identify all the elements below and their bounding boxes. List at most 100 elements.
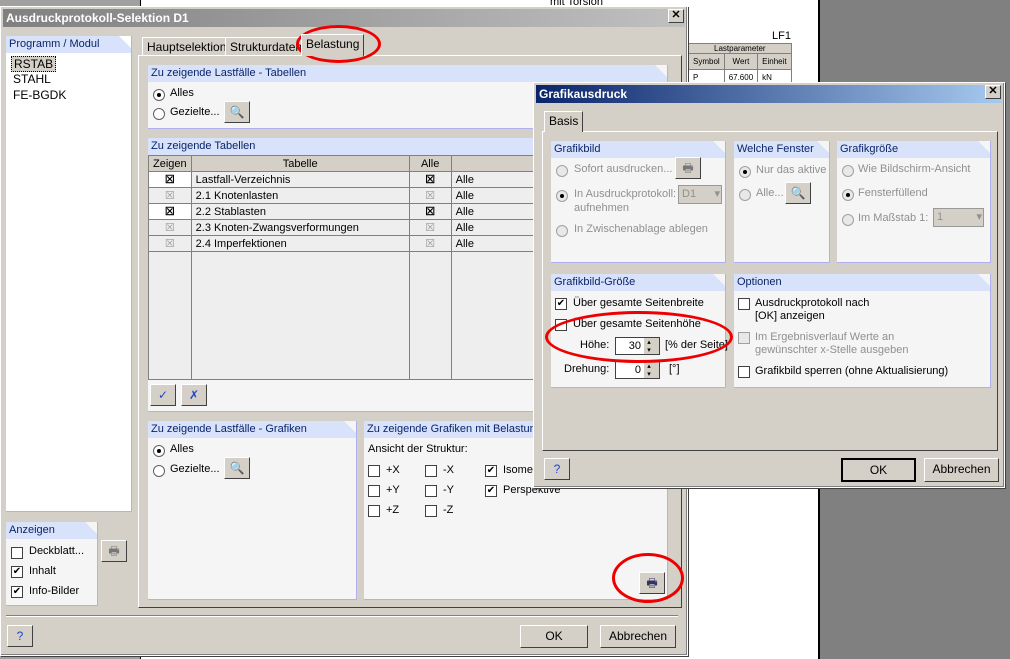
view-checkbox[interactable]: [368, 485, 380, 497]
drehung-unit: [°]: [669, 363, 680, 375]
dropdown-value: 1: [937, 211, 944, 223]
zwischenablage-radio[interactable]: [556, 225, 568, 237]
grafikbild-sperren-checkbox[interactable]: [738, 366, 750, 378]
protokoll-label: In Ausdruckprotokoll:: [574, 188, 677, 200]
program-item[interactable]: STAHL: [13, 72, 51, 86]
alle-radio[interactable]: [739, 189, 751, 201]
isometrie-checkbox[interactable]: ✔: [485, 465, 497, 477]
help-button[interactable]: ?: [7, 625, 33, 647]
col: Wert: [723, 53, 759, 70]
chevron-down-icon: ▾: [714, 188, 720, 200]
lastparameter-table: Lastparameter Symbol Wert Einheit P 67.600 k…: [688, 43, 792, 86]
view-checkbox[interactable]: [425, 485, 437, 497]
view-checkbox[interactable]: [425, 505, 437, 517]
print-button[interactable]: 🖶: [675, 157, 701, 179]
protokoll-dropdown[interactable]: D1 ▾: [678, 185, 722, 204]
anzeigen-header: Anzeigen: [6, 522, 97, 539]
ok-button[interactable]: OK: [841, 458, 916, 482]
drehung-spinner[interactable]: 0: [615, 361, 660, 379]
deselect-all-button[interactable]: ✗: [181, 384, 207, 406]
alles-radio[interactable]: [153, 445, 165, 457]
help-button[interactable]: ?: [544, 458, 570, 480]
alles-radio[interactable]: [153, 89, 165, 101]
fensterfuellend-radio[interactable]: [842, 189, 854, 201]
info-bilder-checkbox[interactable]: ✔: [11, 586, 23, 598]
program-item[interactable]: FE-BGDK: [13, 88, 66, 102]
grafikbild-group: Grafikbild Sofort ausdrucken... 🖶 In Aus…: [551, 141, 726, 263]
massstab-label: Im Maßstab 1:: [858, 212, 929, 224]
select-window-button[interactable]: 🔍: [785, 182, 811, 204]
tab-strukturdaten[interactable]: Strukturdaten: [225, 37, 308, 56]
nur-aktive-radio[interactable]: [739, 166, 751, 178]
dialog-title: Grafikausdruck: [539, 87, 628, 101]
fensterfuellend-label: Fensterfüllend: [858, 187, 928, 199]
info-bilder-label: Info-Bilder: [29, 585, 80, 597]
bildschirm-radio[interactable]: [842, 165, 854, 177]
protokoll-anzeigen-checkbox[interactable]: [738, 298, 750, 310]
group-header: Grafikgröße: [837, 141, 990, 158]
alle-checkbox[interactable]: ☒: [425, 174, 435, 186]
alle-checkbox[interactable]: ☒: [425, 206, 435, 218]
option-label: [OK] anzeigen: [755, 310, 825, 322]
grafikgroesse-group: Grafikgröße Wie Bildschirm-Ansicht Fenst…: [837, 141, 991, 263]
zeigen-checkbox[interactable]: ☒: [165, 190, 175, 202]
perspektive-checkbox[interactable]: ✔: [485, 485, 497, 497]
gezielte-radio[interactable]: [153, 465, 165, 477]
gezielte-label: Gezielte...: [170, 106, 220, 118]
zeigen-checkbox[interactable]: ☒: [165, 174, 175, 186]
tab-belastung[interactable]: Belastung: [301, 34, 365, 56]
view-checkbox[interactable]: [425, 465, 437, 477]
zeigen-checkbox[interactable]: ☒: [165, 238, 175, 250]
alle-checkbox[interactable]: ☒: [425, 190, 435, 202]
cell: 2.4 Imperfektionen: [190, 235, 410, 252]
select-button[interactable]: 🔍: [224, 101, 250, 123]
alle-checkbox[interactable]: ☒: [425, 238, 435, 250]
tab-hauptselektion[interactable]: Hauptselektion: [142, 37, 232, 56]
drehung-label: Drehung:: [564, 363, 610, 375]
zeigen-checkbox[interactable]: ☒: [165, 206, 175, 218]
highlight-ellipse: [545, 311, 733, 363]
zeigen-checkbox[interactable]: ☒: [165, 222, 175, 234]
view-label: +X: [386, 464, 400, 476]
view-checkbox[interactable]: [368, 465, 380, 477]
group-header: Welche Fenster: [734, 141, 829, 158]
nur-aktive-label: Nur das aktive: [756, 164, 827, 176]
aufnehmen-label: aufnehmen: [574, 202, 630, 214]
protokoll-radio[interactable]: [556, 190, 568, 202]
option-label: Grafikbild sperren (ohne Aktualisierung): [755, 365, 949, 377]
alles-label: Alles: [170, 443, 194, 455]
cancel-button[interactable]: Abbrechen: [600, 625, 676, 648]
cancel-button[interactable]: Abbrechen: [924, 458, 999, 482]
alle-checkbox[interactable]: ☒: [425, 222, 435, 234]
view-checkbox[interactable]: [368, 505, 380, 517]
highlight-ellipse: [612, 553, 684, 603]
grafikausdruck-dialog: Grafikausdruck ✕ Basis Grafikbild Sofort…: [533, 82, 1005, 488]
close-button[interactable]: ✕: [985, 85, 1001, 99]
ergebnisverlauf-checkbox[interactable]: [738, 332, 750, 344]
alles-label: Alles: [170, 87, 194, 99]
gezielte-radio[interactable]: [153, 108, 165, 120]
col-header: Alle: [408, 155, 452, 172]
title-bar: Grafikausdruck: [536, 85, 1002, 103]
tab-basis[interactable]: Basis: [544, 111, 584, 132]
lastfaelle-grafiken-group: Zu zeigende Lastfälle - Grafiken Alles G…: [148, 421, 357, 600]
close-button[interactable]: ✕: [668, 9, 684, 23]
alle-label: Alle...: [756, 187, 784, 199]
dialog-title: Ausdruckprotokoll-Selektion D1: [6, 11, 189, 25]
select-button[interactable]: 🔍: [224, 457, 250, 479]
massstab-dropdown[interactable]: 1 ▾: [933, 208, 984, 227]
col: Symbol: [688, 53, 725, 70]
inhalt-checkbox[interactable]: ✔: [11, 566, 23, 578]
seitenbreite-checkbox[interactable]: ✔: [555, 298, 567, 310]
view-label: -Z: [443, 504, 454, 516]
ok-button[interactable]: OK: [520, 625, 588, 648]
sofort-radio[interactable]: [556, 165, 568, 177]
chevron-down-icon: ▾: [976, 211, 982, 223]
program-item[interactable]: RSTAB: [11, 56, 57, 72]
massstab-radio[interactable]: [842, 214, 854, 226]
deckblatt-checkbox[interactable]: [11, 547, 23, 559]
inhalt-label: Inhalt: [29, 565, 56, 577]
select-all-button[interactable]: ✓: [150, 384, 176, 406]
cell: Lastfall-Verzeichnis: [190, 171, 410, 188]
deckblatt-settings-button[interactable]: 🖶: [101, 540, 127, 562]
